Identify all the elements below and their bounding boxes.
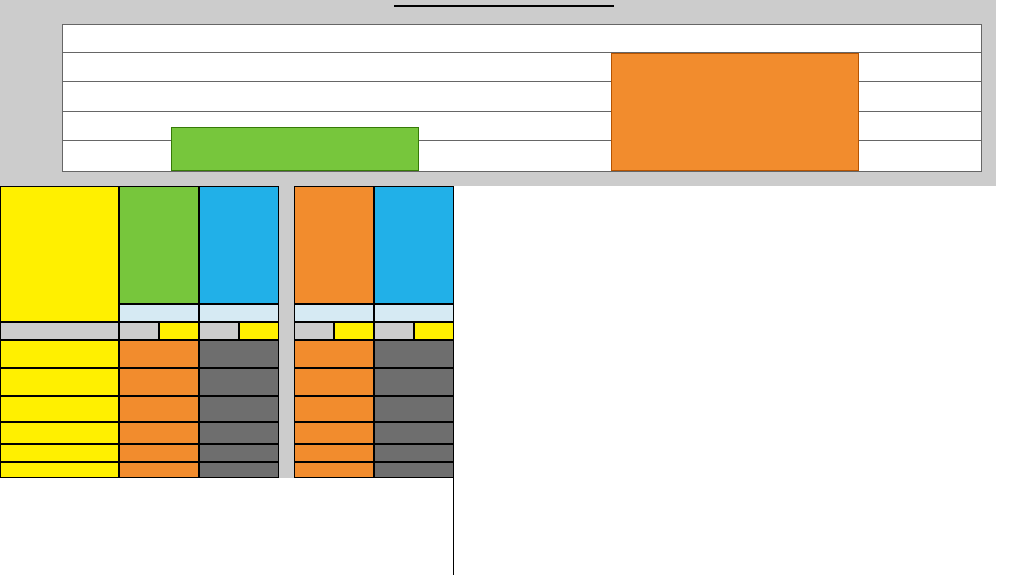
table-row-3-left (0, 422, 119, 444)
table-row-2-g1a (119, 396, 199, 422)
table-sub2-left (0, 322, 119, 340)
table-row-5-g1b (199, 462, 279, 478)
table-row-5-g2b (374, 462, 454, 478)
chart-bar-2 (611, 53, 859, 171)
table-row-1-g2a (294, 368, 374, 396)
table-header-g2a (294, 186, 374, 304)
table-sub1-g1a (119, 304, 199, 322)
table-row-0-g2a (294, 340, 374, 368)
chart-title-underline (394, 5, 614, 7)
table-row-3-g1a (119, 422, 199, 444)
table-header-g1b (199, 186, 279, 304)
table-row-1-left (0, 368, 119, 396)
chart-plot-area (62, 24, 982, 172)
table-row-4-g1a (119, 444, 199, 462)
table-row-1-g1a (119, 368, 199, 396)
table-row-4-g2b (374, 444, 454, 462)
table-sub1-g2b (374, 304, 454, 322)
table-sub1-g1b (199, 304, 279, 322)
table-row-3-g2b (374, 422, 454, 444)
table-sub2-g2b-l (374, 322, 414, 340)
table-group-gap (279, 186, 294, 478)
table-header-g2b (374, 186, 454, 304)
table-sub2-g1a-r (159, 322, 199, 340)
table-sub2-g1a-l (119, 322, 159, 340)
table-row-2-g1b (199, 396, 279, 422)
table-row-4-g2a (294, 444, 374, 462)
table-row-2-left (0, 396, 119, 422)
table-sub2-g2a-l (294, 322, 334, 340)
table-sub2-g1b-l (199, 322, 239, 340)
table-row-4-left (0, 444, 119, 462)
table-row-5-g1a (119, 462, 199, 478)
table-sub2-g2b-r (414, 322, 454, 340)
table-row-0-left (0, 340, 119, 368)
table-sub2-g1b-r (239, 322, 279, 340)
comparison-table (0, 186, 454, 575)
table-row-1-g1b (199, 368, 279, 396)
chart-bar-1 (171, 127, 419, 171)
table-row-2-g2b (374, 396, 454, 422)
table-row-4-g1b (199, 444, 279, 462)
table-footer (0, 478, 454, 575)
table-sub2-g2a-r (334, 322, 374, 340)
table-row-0-g2b (374, 340, 454, 368)
table-row-1-g2b (374, 368, 454, 396)
chart-panel (0, 0, 996, 186)
table-row-0-g1a (119, 340, 199, 368)
table-row-2-g2a (294, 396, 374, 422)
table-row-0-g1b (199, 340, 279, 368)
table-row-3-g2a (294, 422, 374, 444)
table-row-5-g2a (294, 462, 374, 478)
table-header-g1a (119, 186, 199, 304)
table-sub1-g2a (294, 304, 374, 322)
table-row-5-left (0, 462, 119, 478)
table-header-left (0, 186, 119, 322)
table-row-3-g1b (199, 422, 279, 444)
